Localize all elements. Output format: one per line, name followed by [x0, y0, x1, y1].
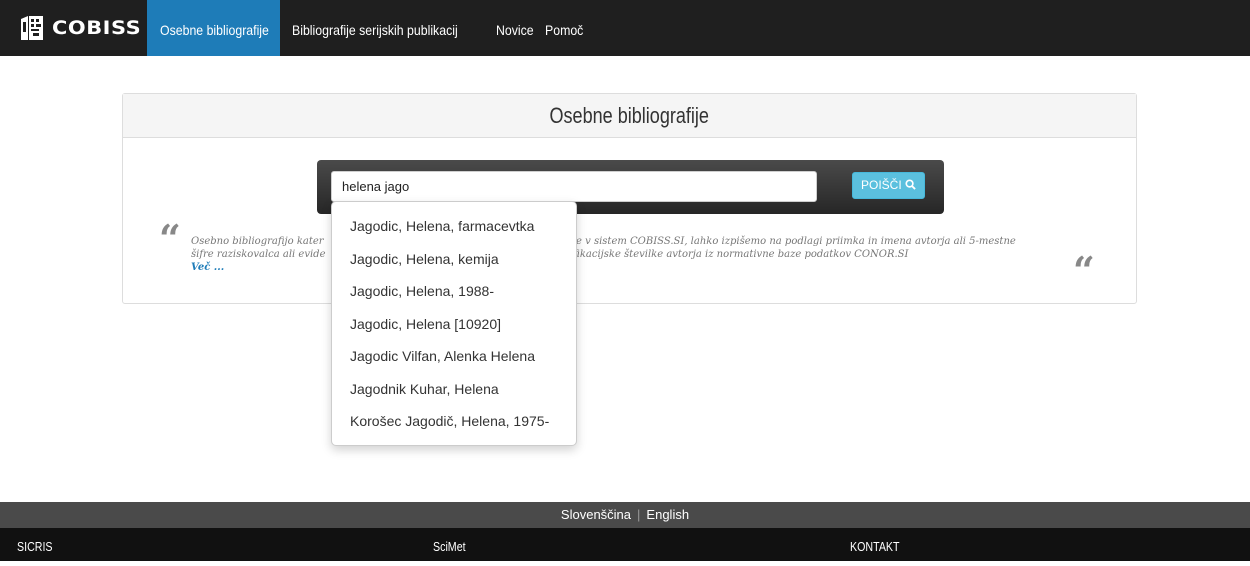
panel-header: Osebne bibliografije [123, 94, 1136, 138]
nav-osebne-bibliografije[interactable]: Osebne bibliografije [160, 0, 269, 56]
description-line2-right: ntifikacijske številke avtorja iz normat… [559, 249, 909, 260]
lang-separator: | [637, 507, 641, 522]
autocomplete-item[interactable]: Jagodic, Helena [10920] [332, 308, 576, 341]
autocomplete-item[interactable]: Jagodnik Kuhar, Helena [332, 373, 576, 406]
top-navbar: COBISS Osebne bibliografije Bibliografij… [0, 0, 1250, 56]
search-icon [905, 179, 916, 190]
quote-close-icon: “ [1073, 248, 1095, 293]
autocomplete-item[interactable]: Korošec Jagodič, Helena, 1975- [332, 405, 576, 438]
footer-link-sicris[interactable]: SICRIS [17, 528, 53, 566]
footer-link-scimet[interactable]: SciMet [433, 528, 466, 566]
brand-name: COBISS [52, 17, 142, 39]
nav-pomoc[interactable]: Pomoč [545, 0, 583, 56]
description-text: Osebno bibliografijo kater note v sistem … [191, 235, 1071, 274]
more-link[interactable]: Več ... [191, 262, 224, 273]
language-bar: Slovenščina | English [0, 502, 1250, 528]
description-line2-left: šifre raziskovalca ali evide [191, 249, 326, 260]
autocomplete-item[interactable]: Jagodic Vilfan, Alenka Helena [332, 340, 576, 373]
footer-link-kontakt[interactable]: KONTAKT [850, 528, 900, 566]
description-line1-right: note v sistem COBISS.SI, lahko izpišemo … [559, 236, 1016, 247]
description-line1-left: Osebno bibliografijo kater [191, 236, 324, 247]
cobiss-logo[interactable]: COBISS [18, 12, 141, 44]
page-title: Osebne bibliografije [549, 103, 710, 128]
nav-novice[interactable]: Novice [496, 0, 534, 56]
cobiss-logo-icon [21, 16, 43, 40]
autocomplete-dropdown: Jagodic, Helena, farmacevtka Jagodic, He… [331, 201, 577, 446]
quote-open-icon: “ [159, 216, 181, 261]
nav-bibliografije-serijskih-publikacij[interactable]: Bibliografije serijskih publikacij [292, 0, 458, 56]
search-panel: Osebne bibliografije helena jago POIŠČI … [122, 93, 1137, 304]
autocomplete-item[interactable]: Jagodic, Helena, kemija [332, 243, 576, 276]
autocomplete-item[interactable]: Jagodic, Helena, farmacevtka [332, 210, 576, 243]
search-button-label: POIŠČI [860, 178, 902, 192]
lang-slovenscina[interactable]: Slovenščina [561, 507, 631, 522]
search-input[interactable]: helena jago [331, 171, 817, 202]
search-button[interactable]: POIŠČI [852, 172, 925, 199]
lang-english[interactable]: English [646, 507, 689, 522]
autocomplete-item[interactable]: Jagodic, Helena, 1988- [332, 275, 576, 308]
footer-links: SICRIS SciMet KONTAKT [0, 528, 1250, 561]
